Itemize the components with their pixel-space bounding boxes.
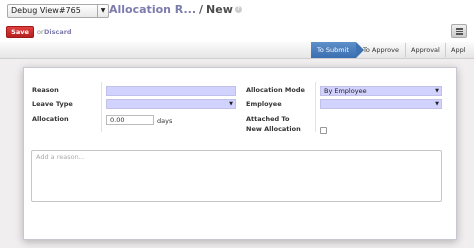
header: Debug View#765 ▼ Allocation R... / New? Sa…	[0, 0, 474, 42]
debug-view-value: Debug View#765	[11, 6, 81, 15]
breadcrumb-parent-link[interactable]: Allocation R...	[109, 3, 196, 16]
allocation-mode-label: Allocation Mode	[246, 86, 305, 94]
stage-appl[interactable]: Appl	[451, 42, 466, 58]
column-divider	[101, 82, 102, 132]
form-sheet: Reason Leave Type Allocation ▼ 0.00 days…	[23, 67, 457, 240]
stage-divider	[445, 43, 446, 57]
allocation-label: Allocation	[32, 115, 69, 123]
allocation-input[interactable]: 0.00	[106, 115, 154, 125]
stage-divider	[405, 43, 406, 57]
list-view-icon	[456, 28, 463, 35]
debug-view-select[interactable]: Debug View#765 ▼	[7, 4, 109, 18]
stage-to-submit[interactable]: To Submit	[311, 42, 364, 58]
stage-approval[interactable]: Approval	[411, 42, 440, 58]
chevron-down-icon: ▼	[435, 101, 439, 107]
or-text: or	[37, 28, 44, 36]
employee-label: Employee	[246, 100, 282, 108]
attached-to-label: Attached To	[246, 115, 290, 123]
chevron-down-icon: ▼	[435, 88, 439, 94]
help-icon[interactable]: ?	[234, 6, 242, 13]
allocation-mode-value: By Employee	[324, 87, 367, 95]
save-button[interactable]: Save	[6, 26, 34, 38]
allocation-mode-select[interactable]: By Employee ▼	[320, 86, 442, 96]
reason-label: Reason	[32, 86, 59, 94]
chevron-down-icon: ▼	[229, 101, 233, 107]
leave-type-label: Leave Type	[32, 100, 73, 108]
reason-notes-textarea[interactable]: Add a reason...	[31, 150, 442, 202]
column-divider	[315, 82, 316, 132]
reason-input[interactable]	[106, 86, 236, 96]
breadcrumb: Allocation R... / New?	[109, 3, 242, 16]
form-view-switch[interactable]	[451, 24, 467, 38]
employee-select[interactable]: ▼	[320, 99, 442, 109]
chevron-down-icon: ▼	[97, 5, 108, 17]
discard-button[interactable]: Discard	[44, 28, 72, 36]
new-allocation-label: New Allocation	[246, 125, 301, 133]
attached-to-new-allocation-checkbox[interactable]	[320, 127, 327, 134]
breadcrumb-separator: /	[199, 3, 204, 16]
page-title: New	[206, 3, 233, 16]
stage-to-approve[interactable]: To Approve	[363, 42, 399, 58]
days-unit: days	[157, 117, 173, 125]
status-bar: To Submit To Approve Approval Appl	[0, 42, 474, 59]
leave-type-select[interactable]: ▼	[106, 99, 236, 109]
